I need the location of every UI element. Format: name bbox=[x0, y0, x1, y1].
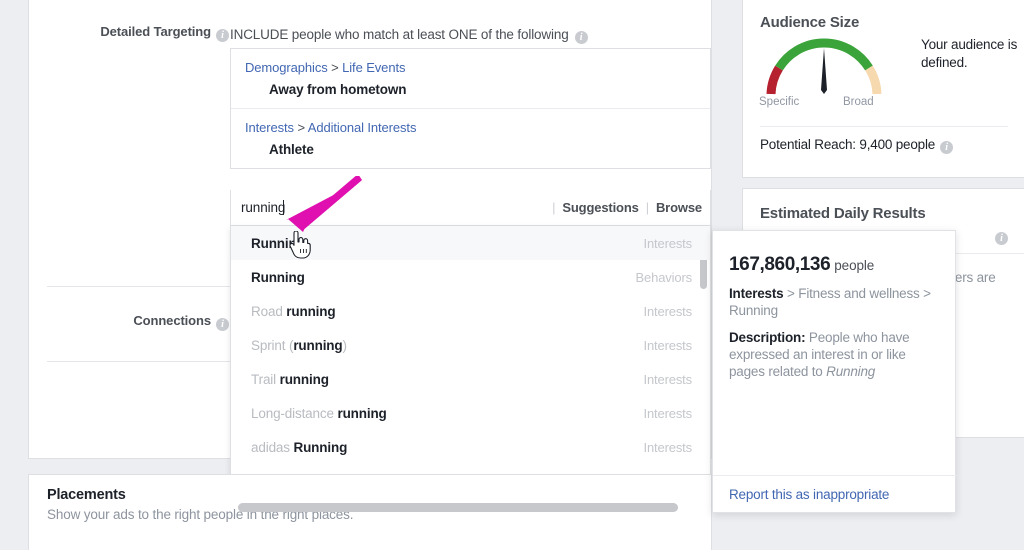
tooltip-count-unit: people bbox=[834, 258, 875, 273]
divider-pipe: | bbox=[552, 200, 556, 215]
tooltip-description-label: Description: bbox=[729, 330, 806, 345]
audience-size-title: Audience Size bbox=[760, 14, 860, 31]
search-suggestions-dropdown[interactable]: Running Interests Running Behaviors Road… bbox=[230, 226, 711, 498]
gauge-icon bbox=[766, 38, 882, 95]
search-actions: | Suggestions | Browse bbox=[545, 200, 710, 215]
targeting-search-row: | Suggestions | Browse bbox=[230, 190, 711, 226]
suggestion-category: Interests bbox=[643, 405, 692, 421]
text-caret bbox=[283, 200, 284, 215]
tooltip-audience-count: 167,860,136 people bbox=[729, 254, 874, 276]
suggestion-item[interactable]: Sprint (running) Interests bbox=[231, 328, 710, 362]
suggestion-match: Running bbox=[293, 439, 348, 455]
selected-targeting-box: Demographics > Life Events Away from hom… bbox=[230, 48, 711, 169]
tooltip-category-path: Interests > Fitness and wellness > Runni… bbox=[729, 285, 941, 319]
suggestion-category: Interests bbox=[643, 235, 692, 251]
suggestion-item[interactable]: adidas Running Interests bbox=[231, 430, 710, 464]
interest-detail-tooltip: 167,860,136 people Interests > Fitness an… bbox=[712, 230, 957, 513]
potential-reach: Potential Reach: 9,400 people i bbox=[760, 137, 954, 154]
selected-item[interactable]: Athlete bbox=[245, 135, 696, 168]
suggestion-match: running bbox=[286, 303, 336, 319]
suggestion-category: Interests bbox=[643, 371, 692, 387]
suggestion-label: adidas Running bbox=[251, 440, 643, 455]
suggestion-prefix: adidas bbox=[251, 439, 294, 455]
suggestion-label: Trail running bbox=[251, 372, 643, 387]
suggestion-prefix: Long-distance bbox=[251, 405, 338, 421]
suggestion-prefix: Sprint ( bbox=[251, 337, 294, 353]
detailed-targeting-label-text: Detailed Targeting bbox=[100, 24, 211, 39]
suggestion-prefix: Trail bbox=[251, 371, 280, 387]
placements-title: Placements bbox=[47, 487, 126, 503]
audience-size-card: Audience Size Specific Broad Your audien… bbox=[742, 0, 1024, 178]
breadcrumb-separator: > bbox=[327, 60, 343, 75]
selected-item[interactable]: Away from hometown bbox=[245, 75, 696, 108]
audience-gauge: Specific Broad bbox=[759, 36, 889, 112]
estimated-daily-results-title: Estimated Daily Results bbox=[760, 205, 926, 222]
suggestion-match: running bbox=[337, 405, 387, 421]
tooltip-description: Description: People who have expressed a… bbox=[729, 329, 937, 380]
suggestions-button[interactable]: Suggestions bbox=[562, 200, 639, 215]
detailed-targeting-row-label: Detailed Targeting i bbox=[29, 24, 229, 42]
suggestion-match: running bbox=[279, 371, 329, 387]
browse-button[interactable]: Browse bbox=[656, 200, 702, 215]
tooltip-description-emphasis: Running bbox=[826, 364, 876, 379]
gauge-label-specific: Specific bbox=[759, 96, 800, 108]
placements-card: Placements Show your ads to the right pe… bbox=[28, 474, 712, 550]
suggestion-item[interactable]: Road running Interests bbox=[231, 294, 710, 328]
suggestion-category: Interests bbox=[643, 439, 692, 455]
connections-label-text: Connections bbox=[133, 313, 211, 328]
info-icon[interactable]: i bbox=[995, 232, 1008, 245]
ads-manager-screen: Detailed Targeting i Connections i INCLUDE… bbox=[0, 0, 1024, 550]
tooltip-count-value: 167,860,136 bbox=[729, 254, 831, 275]
suggestion-match: Running bbox=[251, 269, 305, 285]
suggestion-item[interactable]: Trail running Interests bbox=[231, 362, 710, 396]
suggestion-label: Running bbox=[251, 270, 636, 285]
connections-row-label: Connections i bbox=[29, 313, 229, 331]
suggestion-label: Long-distance running bbox=[251, 406, 643, 421]
tooltip-path-label: Interests bbox=[729, 286, 784, 301]
selection-breadcrumb: Demographics > Life Events bbox=[245, 49, 696, 75]
suggestion-item[interactable]: Running Behaviors bbox=[231, 260, 710, 294]
info-icon[interactable]: i bbox=[216, 29, 229, 42]
suggestion-prefix: Road bbox=[251, 303, 287, 319]
breadcrumb-root[interactable]: Demographics bbox=[245, 60, 328, 75]
audience-status-message: Your audience is defined. bbox=[921, 37, 1018, 70]
search-input[interactable] bbox=[231, 190, 546, 225]
audience-divider bbox=[760, 126, 1008, 127]
suggestion-category: Behaviors bbox=[635, 269, 693, 285]
suggestion-match: running bbox=[293, 337, 343, 353]
breadcrumb-separator: > bbox=[293, 120, 308, 135]
suggestion-item[interactable]: Running Interests bbox=[231, 226, 710, 260]
potential-reach-text: Potential Reach: 9,400 people bbox=[760, 137, 936, 152]
info-icon[interactable]: i bbox=[940, 141, 954, 154]
info-icon[interactable]: i bbox=[216, 318, 229, 331]
include-heading-text: INCLUDE people who match at least ONE of… bbox=[230, 27, 569, 42]
breadcrumb-leaf[interactable]: Life Events bbox=[342, 60, 405, 75]
suggestion-category: Interests bbox=[643, 303, 692, 319]
suggestion-label: Road running bbox=[251, 304, 643, 319]
suggestion-match: Running bbox=[251, 235, 305, 251]
info-icon[interactable]: i bbox=[574, 31, 588, 44]
gauge-label-broad: Broad bbox=[843, 96, 874, 108]
selection-group: Demographics > Life Events Away from hom… bbox=[231, 49, 710, 108]
include-heading: INCLUDE people who match at least ONE of… bbox=[230, 27, 588, 44]
breadcrumb-leaf[interactable]: Additional Interests bbox=[308, 120, 417, 135]
breadcrumb-root[interactable]: Interests bbox=[245, 120, 294, 135]
suggestion-category: Interests bbox=[643, 337, 692, 353]
selection-breadcrumb: Interests > Additional Interests bbox=[245, 109, 696, 135]
suggestion-label: Running bbox=[251, 236, 643, 251]
selection-group: Interests > Additional Interests Athlete bbox=[231, 108, 710, 168]
dropdown-horizontal-scrollbar[interactable] bbox=[238, 503, 678, 512]
suggestion-item[interactable]: Long-distance running Interests bbox=[231, 396, 710, 430]
report-inappropriate-link[interactable]: Report this as inappropriate bbox=[729, 487, 889, 502]
suggestion-label: Sprint (running) bbox=[251, 338, 643, 353]
tooltip-footer-divider bbox=[713, 475, 957, 476]
divider-pipe: | bbox=[645, 200, 649, 215]
suggestion-suffix: ) bbox=[342, 337, 348, 353]
